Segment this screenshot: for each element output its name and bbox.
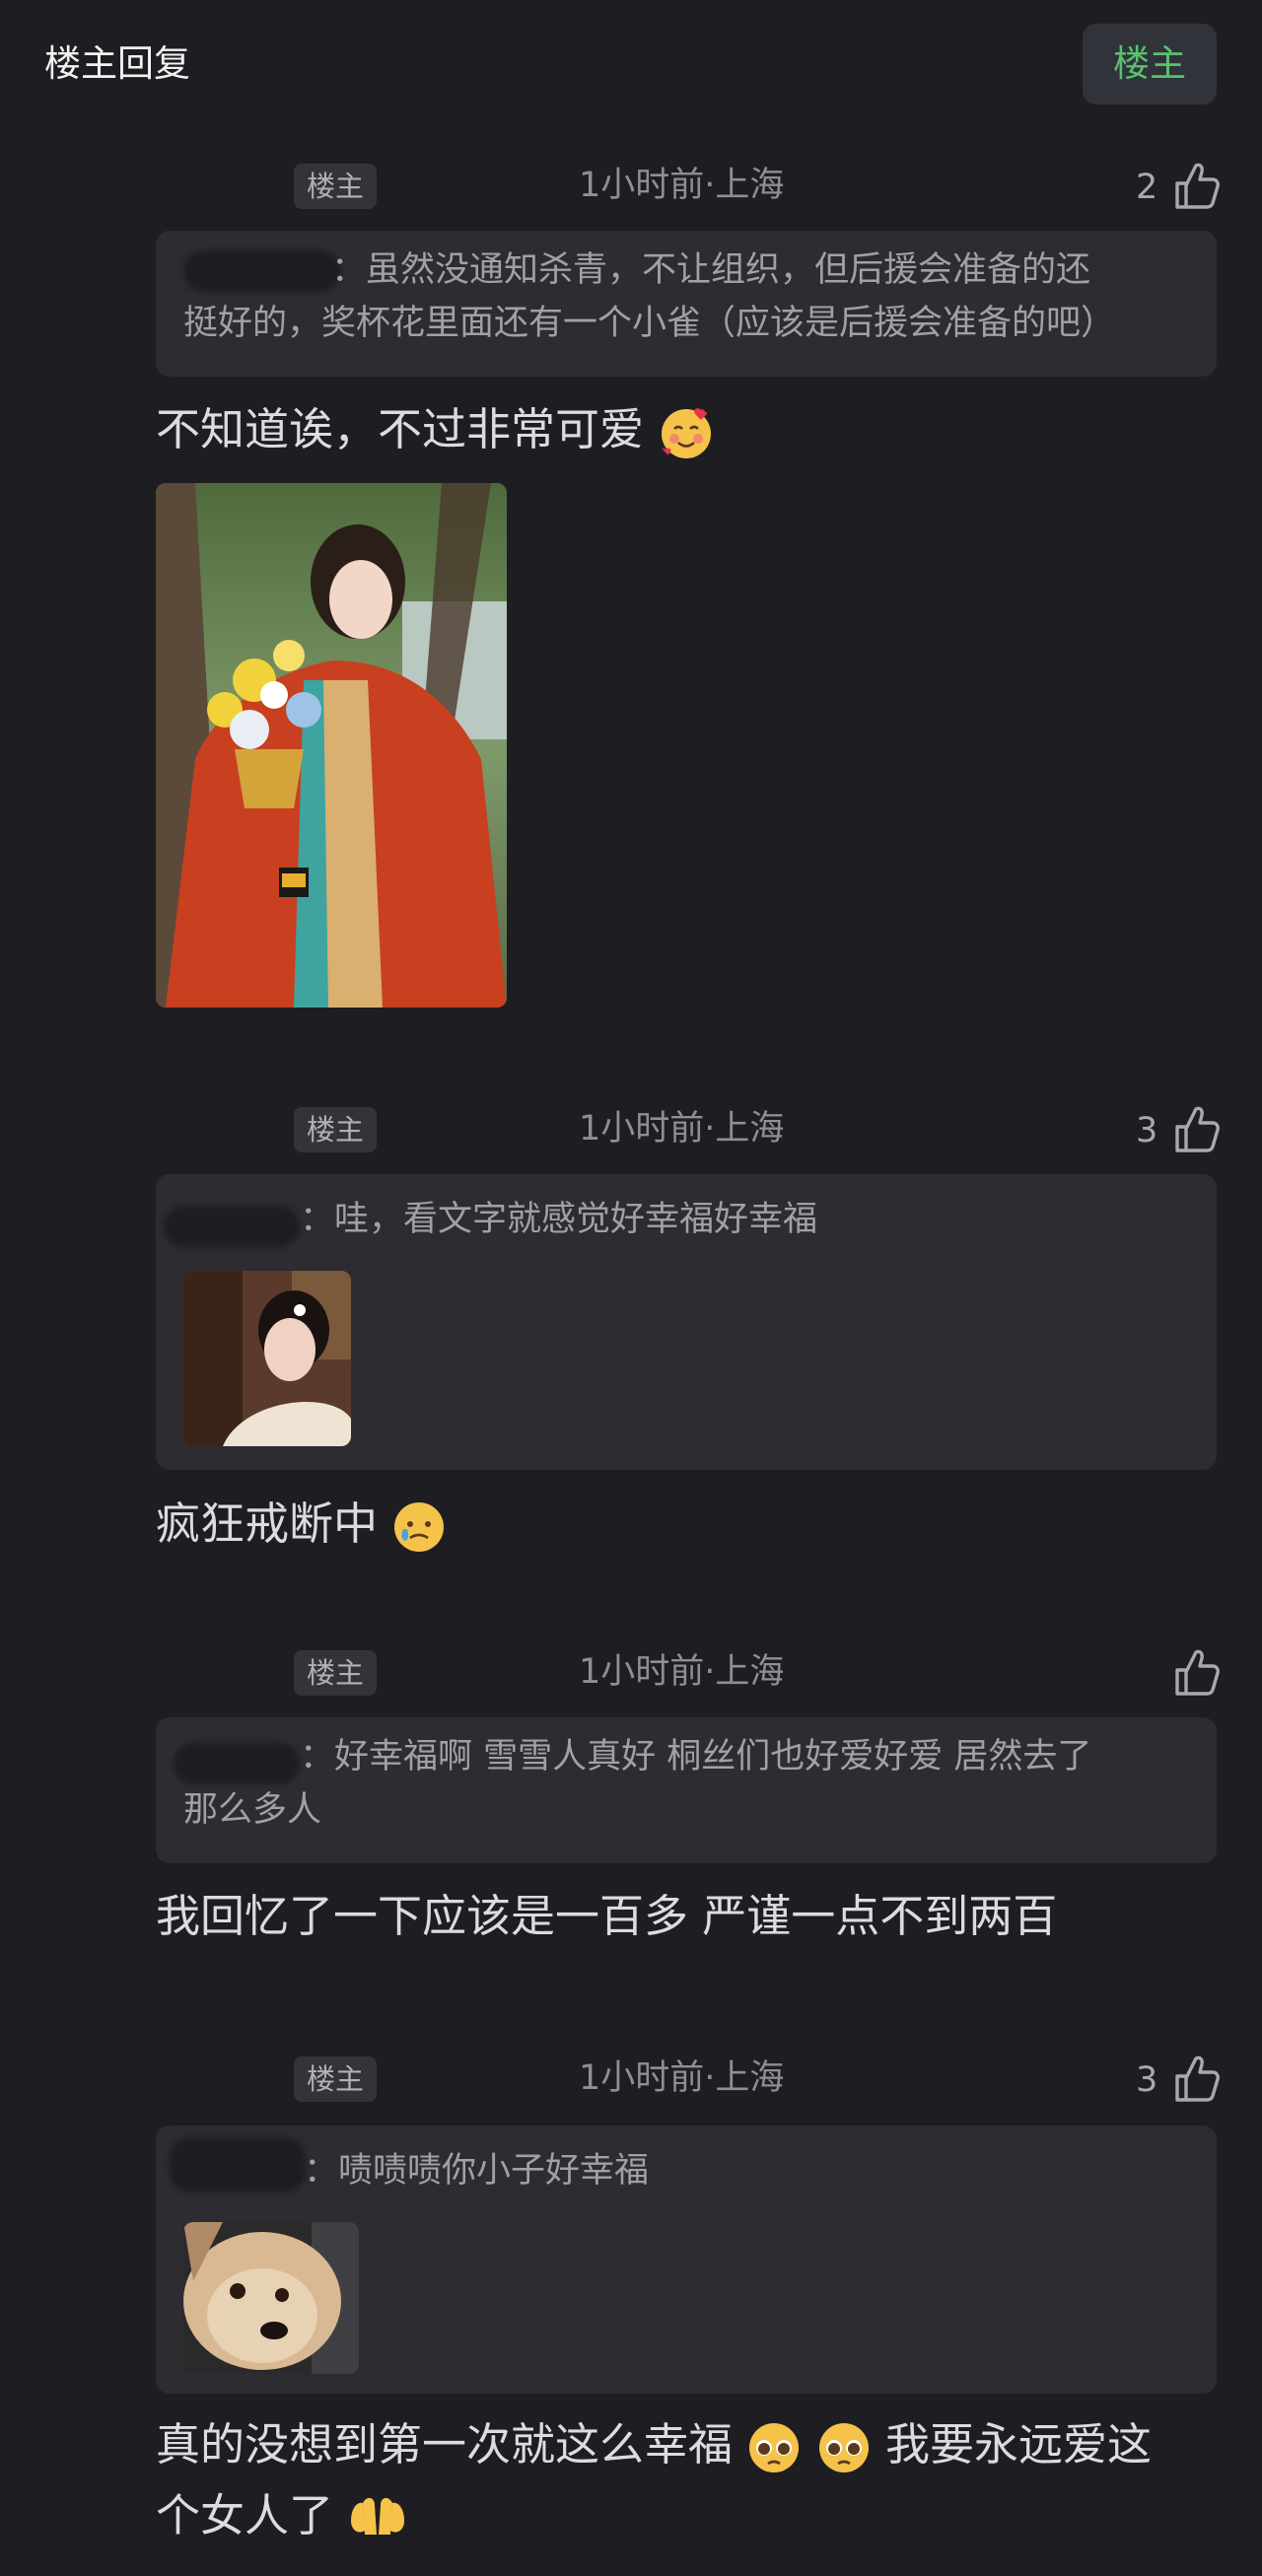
pleading-face-icon [818, 2423, 869, 2472]
quoted-text-line1: ：啧啧啧你小子好幸福 [304, 2151, 650, 2191]
reply-text-line2: 个女人了 [156, 2482, 408, 2549]
quoted-text-line1: ：好幸福啊 雪雪人真好 桐丝们也好爱好爱 居然去了 [300, 1737, 1092, 1776]
quoted-photo[interactable] [183, 1271, 351, 1446]
reply-item: 楼主 1小时前·上海 3 ：哇，看文字就感觉好幸福好幸福 疯狂戒断中 [0, 1103, 1262, 1557]
reply-text: 我回忆了一下应该是一百多 严谨一点不到两百 [156, 1890, 1058, 1942]
reply-time: 1小时前·上海 [579, 1652, 785, 1692]
like-count: 3 [1136, 1111, 1158, 1150]
quoted-photo[interactable] [183, 2222, 359, 2374]
reply-meta: 楼主 1小时前·上海 3 [0, 2053, 1262, 2104]
quoted-username-blurred [183, 250, 341, 292]
reply-time: 1小时前·上海 [579, 166, 785, 205]
thumbs-up-icon[interactable] [1171, 1646, 1221, 1698]
reply-text: 疯狂戒断中 [156, 1491, 447, 1558]
quoted-photo-content [183, 2222, 359, 2374]
palms-up-together-icon [351, 2497, 405, 2535]
quoted-comment[interactable]: ：啧啧啧你小子好幸福 [156, 2125, 1217, 2394]
quoted-text-line1: ：虽然没通知杀青，不让组织，但后援会准备的还 [331, 250, 1091, 290]
quoted-text-line2: 那么多人 [183, 1790, 322, 1830]
thumbs-up-icon[interactable] [1171, 160, 1221, 211]
reply-text-content: 不知道诶，不过非常可爱 [156, 403, 645, 455]
reply-meta: 楼主 1小时前·上海 [0, 1646, 1262, 1698]
reply-text-content: 真的没想到第一次就这么幸福 [156, 2418, 734, 2471]
top-bar: 楼主回复 楼主 [0, 0, 1262, 128]
quoted-photo-content [183, 1271, 351, 1446]
reply-text-content: 疯狂戒断中 [156, 1497, 379, 1550]
quoted-username-blurred [174, 1743, 300, 1784]
like-count: 3 [1136, 2060, 1158, 2100]
pleading-face-icon [749, 2423, 800, 2472]
reply-time: 1小时前·上海 [579, 2058, 785, 2098]
reply-time: 1小时前·上海 [579, 1109, 785, 1149]
quoted-username-blurred [164, 1206, 300, 1247]
author-badge: 楼主 [294, 1650, 377, 1696]
author-badge: 楼主 [294, 2056, 377, 2102]
reply-item: 楼主 1小时前·上海 3 ：啧啧啧你小子好幸福 真的没想到第一次就这么幸福 我要… [0, 2053, 1262, 2576]
author-badge: 楼主 [294, 164, 377, 209]
quoted-text-line2: 挺好的，奖杯花里面还有一个小雀（应该是后援会准备的吧） [183, 304, 1116, 343]
reply-text-content-after: 我要永远爱这 [884, 2418, 1152, 2471]
page-title: 楼主回复 [44, 42, 190, 85]
reply-meta: 楼主 1小时前·上海 3 [0, 1103, 1262, 1154]
reply-item: 楼主 1小时前·上海 2 ：虽然没通知杀青，不让组织，但后援会准备的还 挺好的，… [0, 160, 1262, 1017]
reply-photo[interactable] [156, 483, 507, 1008]
thumbs-up-icon[interactable] [1171, 1103, 1221, 1154]
like-count: 2 [1136, 168, 1158, 207]
smiling-face-with-hearts-icon [660, 408, 712, 458]
reply-item: 楼主 1小时前·上海 ：好幸福啊 雪雪人真好 桐丝们也好爱好爱 居然去了 那么多… [0, 1646, 1262, 1962]
reply-text-line1: 真的没想到第一次就这么幸福 我要永远爱这 [156, 2411, 1152, 2478]
quoted-comment[interactable]: ：好幸福啊 雪雪人真好 桐丝们也好爱好爱 居然去了 那么多人 [156, 1717, 1217, 1863]
author-badge: 楼主 [294, 1107, 377, 1152]
reply-text: 不知道诶，不过非常可爱 [156, 396, 715, 463]
author-filter-button[interactable]: 楼主 [1083, 24, 1217, 104]
quoted-comment[interactable]: ：虽然没通知杀青，不让组织，但后援会准备的还 挺好的，奖杯花里面还有一个小雀（应… [156, 231, 1217, 377]
thumbs-up-icon[interactable] [1171, 2053, 1221, 2104]
face-holding-back-tears-icon [394, 1502, 445, 1552]
quoted-text-line1: ：哇，看文字就感觉好幸福好幸福 [300, 1200, 818, 1239]
photo-content [156, 483, 507, 1008]
quoted-username-blurred [170, 2137, 306, 2193]
quoted-comment[interactable]: ：哇，看文字就感觉好幸福好幸福 [156, 1174, 1217, 1470]
reply-text-content: 个女人了 [156, 2489, 334, 2541]
reply-meta: 楼主 1小时前·上海 2 [0, 160, 1262, 211]
